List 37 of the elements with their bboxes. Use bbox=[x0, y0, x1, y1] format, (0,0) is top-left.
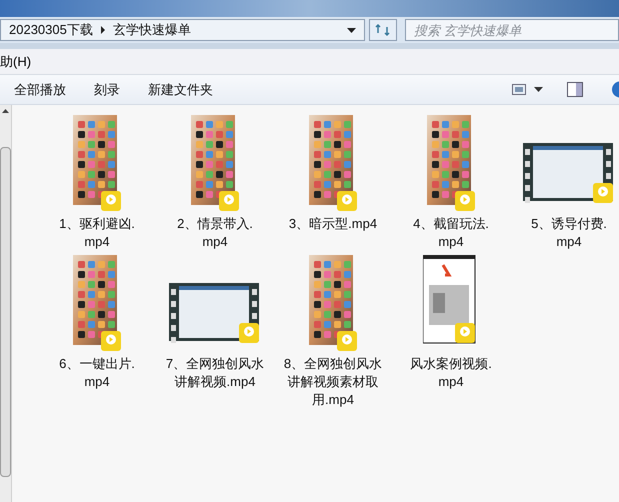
chevron-icon[interactable] bbox=[100, 26, 105, 34]
player-badge-icon bbox=[455, 323, 475, 343]
scrollbar[interactable] bbox=[0, 105, 12, 502]
view-options-icon[interactable] bbox=[512, 84, 526, 95]
player-badge-icon bbox=[101, 191, 121, 211]
refresh-button[interactable] bbox=[369, 19, 397, 41]
player-badge-icon bbox=[337, 191, 357, 211]
player-badge-icon bbox=[593, 183, 613, 203]
toolbar-button[interactable]: 全部播放 bbox=[8, 78, 72, 102]
file-name[interactable]: 2、情景带入. mp4 bbox=[177, 215, 253, 251]
file-name[interactable]: 4、截留玩法. mp4 bbox=[413, 215, 489, 251]
player-badge-icon bbox=[455, 191, 475, 211]
address-bar[interactable]: 20230305下载 玄学快速爆单 bbox=[0, 19, 365, 41]
player-badge-icon bbox=[239, 323, 259, 343]
file-name[interactable]: 5、诱导付费. mp4 bbox=[531, 215, 607, 251]
file-name[interactable]: 1、驱利避凶. mp4 bbox=[59, 215, 135, 251]
search-field[interactable]: 搜索 玄学快速爆单 bbox=[405, 19, 619, 41]
scroll-thumb[interactable] bbox=[0, 147, 11, 477]
menu-item[interactable]: 助(H) bbox=[0, 52, 32, 72]
refresh-icon bbox=[375, 23, 391, 37]
help-icon[interactable] bbox=[611, 81, 619, 98]
preview-pane-icon[interactable] bbox=[567, 82, 583, 97]
file-name[interactable]: 风水案例视频. mp4 bbox=[410, 355, 492, 391]
dropdown-arrow-icon[interactable] bbox=[347, 28, 356, 32]
breadcrumb[interactable]: 玄学快速爆单 bbox=[112, 20, 191, 40]
file-name[interactable]: 6、一键出片. mp4 bbox=[59, 355, 135, 391]
file-name[interactable]: 3、暗示型.mp4 bbox=[288, 215, 378, 233]
toolbar-button[interactable]: 刻录 bbox=[88, 78, 126, 102]
dropdown-arrow-icon[interactable] bbox=[534, 87, 543, 92]
file-name[interactable]: 7、全网独创风水 讲解视频.mp4 bbox=[166, 355, 264, 391]
player-badge-icon bbox=[337, 331, 357, 351]
breadcrumb[interactable]: 20230305下载 bbox=[9, 20, 93, 40]
player-badge-icon bbox=[101, 331, 121, 351]
player-badge-icon bbox=[219, 191, 239, 211]
file-name[interactable]: 8、全网独创风水 讲解视频素材取 用.mp4 bbox=[284, 355, 382, 409]
toolbar-button[interactable]: 新建文件夹 bbox=[142, 78, 219, 102]
scroll-up-icon[interactable] bbox=[2, 109, 9, 113]
